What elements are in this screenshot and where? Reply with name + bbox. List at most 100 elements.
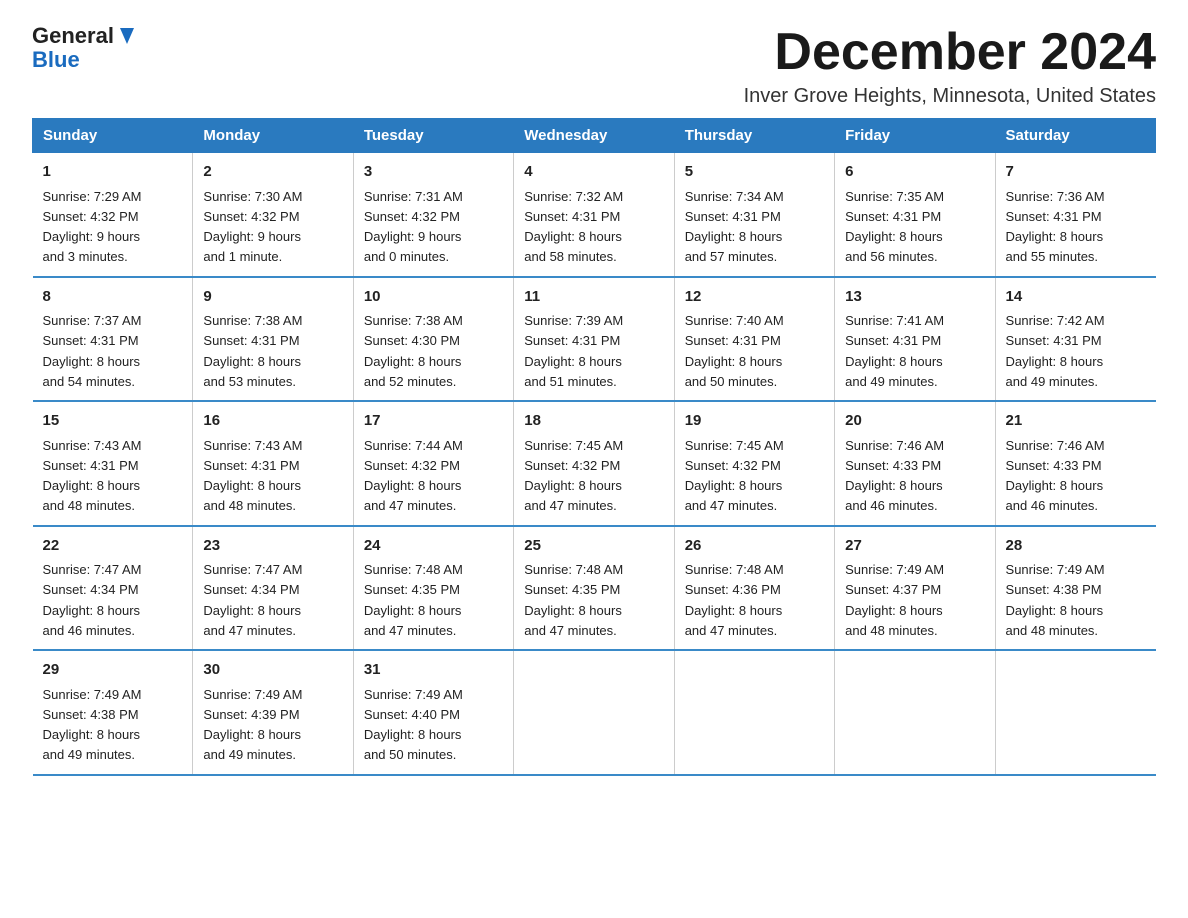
calendar-cell: 17 Sunrise: 7:44 AMSunset: 4:32 PMDaylig… <box>353 401 513 526</box>
calendar-cell: 5 Sunrise: 7:34 AMSunset: 4:31 PMDayligh… <box>674 153 834 277</box>
day-info: Sunrise: 7:49 AMSunset: 4:38 PMDaylight:… <box>1006 562 1105 638</box>
day-number: 11 <box>524 286 663 309</box>
header-saturday: Saturday <box>995 119 1155 153</box>
day-info: Sunrise: 7:49 AMSunset: 4:38 PMDaylight:… <box>43 687 142 763</box>
day-info: Sunrise: 7:49 AMSunset: 4:37 PMDaylight:… <box>845 562 944 638</box>
day-info: Sunrise: 7:32 AMSunset: 4:31 PMDaylight:… <box>524 189 623 265</box>
day-info: Sunrise: 7:30 AMSunset: 4:32 PMDaylight:… <box>203 189 302 265</box>
calendar-cell: 26 Sunrise: 7:48 AMSunset: 4:36 PMDaylig… <box>674 526 834 651</box>
day-number: 10 <box>364 286 503 309</box>
title-block: December 2024 Inver Grove Heights, Minne… <box>744 24 1156 108</box>
calendar-cell: 19 Sunrise: 7:45 AMSunset: 4:32 PMDaylig… <box>674 401 834 526</box>
day-number: 1 <box>43 161 183 184</box>
calendar-cell <box>995 650 1155 775</box>
day-number: 31 <box>364 659 503 682</box>
calendar-cell: 24 Sunrise: 7:48 AMSunset: 4:35 PMDaylig… <box>353 526 513 651</box>
weekday-header-row: Sunday Monday Tuesday Wednesday Thursday… <box>33 119 1156 153</box>
calendar-cell: 13 Sunrise: 7:41 AMSunset: 4:31 PMDaylig… <box>835 277 995 402</box>
day-number: 7 <box>1006 161 1146 184</box>
day-info: Sunrise: 7:40 AMSunset: 4:31 PMDaylight:… <box>685 313 784 389</box>
calendar-week-row: 1 Sunrise: 7:29 AMSunset: 4:32 PMDayligh… <box>33 153 1156 277</box>
day-number: 17 <box>364 410 503 433</box>
calendar-cell: 23 Sunrise: 7:47 AMSunset: 4:34 PMDaylig… <box>193 526 353 651</box>
day-number: 14 <box>1006 286 1146 309</box>
month-title: December 2024 <box>744 24 1156 81</box>
day-info: Sunrise: 7:46 AMSunset: 4:33 PMDaylight:… <box>1006 438 1105 514</box>
day-info: Sunrise: 7:35 AMSunset: 4:31 PMDaylight:… <box>845 189 944 265</box>
day-info: Sunrise: 7:38 AMSunset: 4:30 PMDaylight:… <box>364 313 463 389</box>
calendar-week-row: 22 Sunrise: 7:47 AMSunset: 4:34 PMDaylig… <box>33 526 1156 651</box>
day-info: Sunrise: 7:49 AMSunset: 4:40 PMDaylight:… <box>364 687 463 763</box>
logo-blue-text: Blue <box>32 48 80 72</box>
calendar-body: 1 Sunrise: 7:29 AMSunset: 4:32 PMDayligh… <box>33 153 1156 775</box>
day-info: Sunrise: 7:45 AMSunset: 4:32 PMDaylight:… <box>524 438 623 514</box>
calendar-cell <box>835 650 995 775</box>
calendar-week-row: 29 Sunrise: 7:49 AMSunset: 4:38 PMDaylig… <box>33 650 1156 775</box>
calendar-cell: 7 Sunrise: 7:36 AMSunset: 4:31 PMDayligh… <box>995 153 1155 277</box>
calendar-cell <box>514 650 674 775</box>
calendar-table: Sunday Monday Tuesday Wednesday Thursday… <box>32 118 1156 776</box>
calendar-cell: 22 Sunrise: 7:47 AMSunset: 4:34 PMDaylig… <box>33 526 193 651</box>
calendar-week-row: 8 Sunrise: 7:37 AMSunset: 4:31 PMDayligh… <box>33 277 1156 402</box>
day-number: 27 <box>845 535 984 558</box>
logo: General Blue <box>32 24 138 72</box>
calendar-cell: 21 Sunrise: 7:46 AMSunset: 4:33 PMDaylig… <box>995 401 1155 526</box>
day-number: 25 <box>524 535 663 558</box>
day-info: Sunrise: 7:47 AMSunset: 4:34 PMDaylight:… <box>203 562 302 638</box>
location-title: Inver Grove Heights, Minnesota, United S… <box>744 85 1156 108</box>
calendar-cell: 10 Sunrise: 7:38 AMSunset: 4:30 PMDaylig… <box>353 277 513 402</box>
day-info: Sunrise: 7:37 AMSunset: 4:31 PMDaylight:… <box>43 313 142 389</box>
header-wednesday: Wednesday <box>514 119 674 153</box>
day-info: Sunrise: 7:34 AMSunset: 4:31 PMDaylight:… <box>685 189 784 265</box>
day-number: 6 <box>845 161 984 184</box>
header-sunday: Sunday <box>33 119 193 153</box>
day-info: Sunrise: 7:47 AMSunset: 4:34 PMDaylight:… <box>43 562 142 638</box>
day-info: Sunrise: 7:48 AMSunset: 4:36 PMDaylight:… <box>685 562 784 638</box>
day-number: 5 <box>685 161 824 184</box>
calendar-cell: 3 Sunrise: 7:31 AMSunset: 4:32 PMDayligh… <box>353 153 513 277</box>
day-number: 26 <box>685 535 824 558</box>
header-thursday: Thursday <box>674 119 834 153</box>
day-number: 20 <box>845 410 984 433</box>
day-info: Sunrise: 7:43 AMSunset: 4:31 PMDaylight:… <box>43 438 142 514</box>
calendar-cell <box>674 650 834 775</box>
day-number: 18 <box>524 410 663 433</box>
calendar-cell: 31 Sunrise: 7:49 AMSunset: 4:40 PMDaylig… <box>353 650 513 775</box>
calendar-cell: 4 Sunrise: 7:32 AMSunset: 4:31 PMDayligh… <box>514 153 674 277</box>
day-info: Sunrise: 7:39 AMSunset: 4:31 PMDaylight:… <box>524 313 623 389</box>
day-info: Sunrise: 7:38 AMSunset: 4:31 PMDaylight:… <box>203 313 302 389</box>
calendar-cell: 6 Sunrise: 7:35 AMSunset: 4:31 PMDayligh… <box>835 153 995 277</box>
header-monday: Monday <box>193 119 353 153</box>
calendar-cell: 1 Sunrise: 7:29 AMSunset: 4:32 PMDayligh… <box>33 153 193 277</box>
day-info: Sunrise: 7:48 AMSunset: 4:35 PMDaylight:… <box>364 562 463 638</box>
day-info: Sunrise: 7:45 AMSunset: 4:32 PMDaylight:… <box>685 438 784 514</box>
calendar-cell: 18 Sunrise: 7:45 AMSunset: 4:32 PMDaylig… <box>514 401 674 526</box>
day-info: Sunrise: 7:31 AMSunset: 4:32 PMDaylight:… <box>364 189 463 265</box>
day-info: Sunrise: 7:41 AMSunset: 4:31 PMDaylight:… <box>845 313 944 389</box>
calendar-cell: 12 Sunrise: 7:40 AMSunset: 4:31 PMDaylig… <box>674 277 834 402</box>
day-number: 16 <box>203 410 342 433</box>
calendar-cell: 28 Sunrise: 7:49 AMSunset: 4:38 PMDaylig… <box>995 526 1155 651</box>
day-info: Sunrise: 7:29 AMSunset: 4:32 PMDaylight:… <box>43 189 142 265</box>
logo-arrow-icon <box>116 24 138 46</box>
day-info: Sunrise: 7:43 AMSunset: 4:31 PMDaylight:… <box>203 438 302 514</box>
day-info: Sunrise: 7:49 AMSunset: 4:39 PMDaylight:… <box>203 687 302 763</box>
day-number: 4 <box>524 161 663 184</box>
calendar-cell: 14 Sunrise: 7:42 AMSunset: 4:31 PMDaylig… <box>995 277 1155 402</box>
day-number: 29 <box>43 659 183 682</box>
calendar-cell: 11 Sunrise: 7:39 AMSunset: 4:31 PMDaylig… <box>514 277 674 402</box>
header-friday: Friday <box>835 119 995 153</box>
logo-general-text: General <box>32 24 114 48</box>
calendar-cell: 15 Sunrise: 7:43 AMSunset: 4:31 PMDaylig… <box>33 401 193 526</box>
day-info: Sunrise: 7:46 AMSunset: 4:33 PMDaylight:… <box>845 438 944 514</box>
day-number: 28 <box>1006 535 1146 558</box>
day-info: Sunrise: 7:42 AMSunset: 4:31 PMDaylight:… <box>1006 313 1105 389</box>
day-number: 30 <box>203 659 342 682</box>
calendar-cell: 2 Sunrise: 7:30 AMSunset: 4:32 PMDayligh… <box>193 153 353 277</box>
calendar-cell: 29 Sunrise: 7:49 AMSunset: 4:38 PMDaylig… <box>33 650 193 775</box>
day-info: Sunrise: 7:36 AMSunset: 4:31 PMDaylight:… <box>1006 189 1105 265</box>
day-number: 21 <box>1006 410 1146 433</box>
day-number: 22 <box>43 535 183 558</box>
header-tuesday: Tuesday <box>353 119 513 153</box>
calendar-cell: 8 Sunrise: 7:37 AMSunset: 4:31 PMDayligh… <box>33 277 193 402</box>
